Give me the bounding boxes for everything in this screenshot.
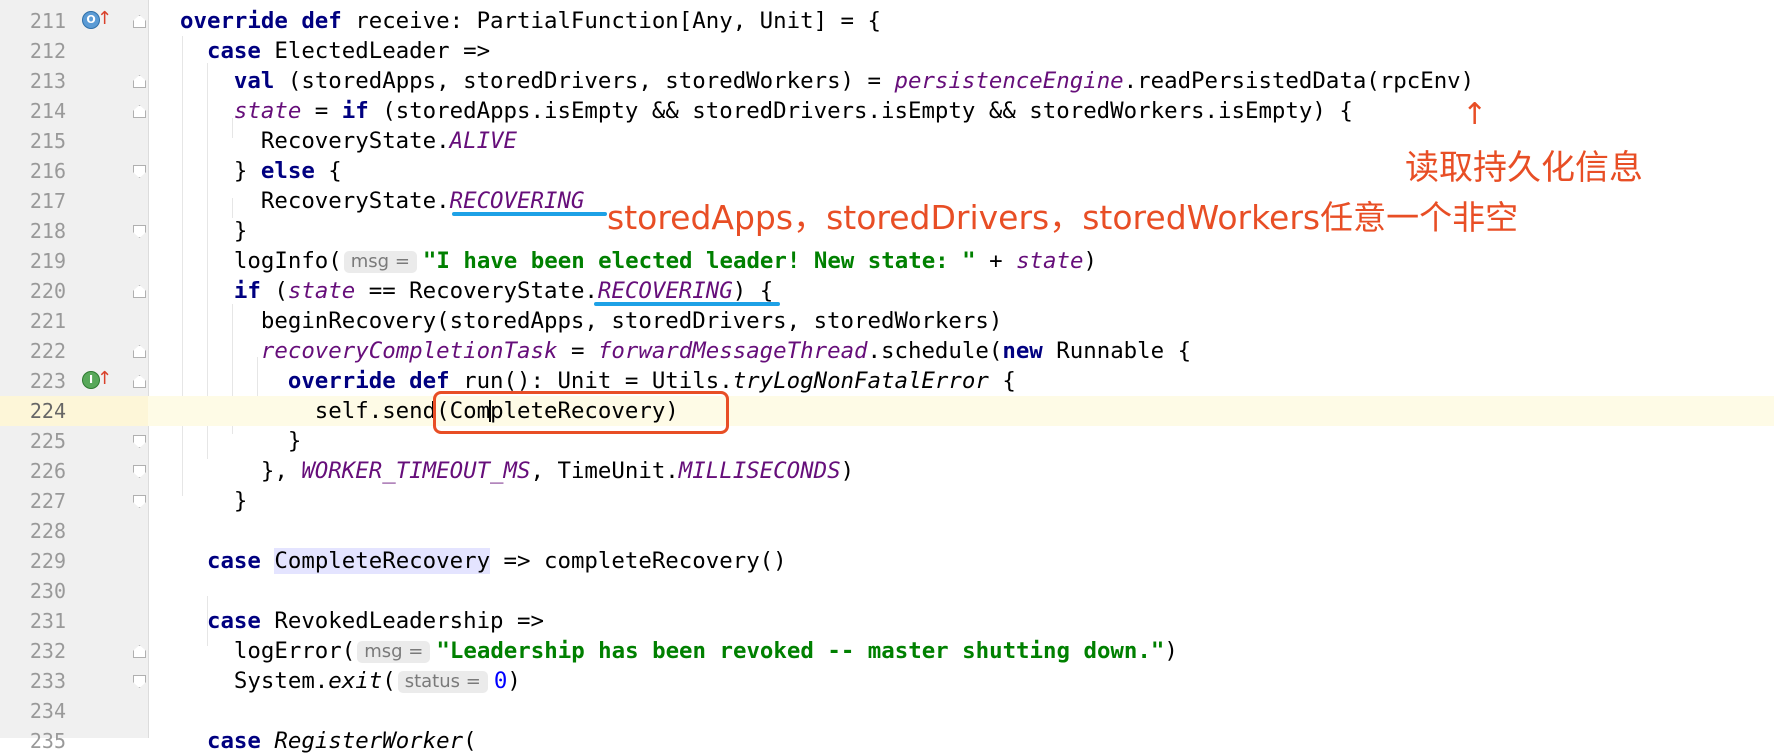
code-line[interactable]: 232 logError(msg = "Leadership has been r… bbox=[0, 636, 1774, 666]
any-nonempty-annotation: storedApps，storedDrivers，storedWorkers任意… bbox=[607, 198, 1519, 237]
code-line[interactable]: 213 val (storedApps, storedDrivers, stor… bbox=[0, 66, 1774, 96]
recovering-underline bbox=[452, 212, 607, 216]
recovering-underline bbox=[594, 302, 780, 306]
fold-marker-icon[interactable] bbox=[133, 165, 146, 178]
line-number: 233 bbox=[29, 669, 66, 693]
fold-marker-icon[interactable] bbox=[133, 75, 146, 88]
code-line[interactable]: 211 O ↑ override def receive: PartialFun… bbox=[0, 6, 1774, 36]
code-line[interactable]: 225 } bbox=[0, 426, 1774, 456]
line-number: 212 bbox=[29, 39, 66, 63]
line-number: 216 bbox=[29, 159, 66, 183]
code-line[interactable]: 226 }, WORKER_TIMEOUT_MS, TimeUnit.MILLI… bbox=[0, 456, 1774, 486]
line-number: 228 bbox=[29, 519, 66, 543]
line-number: 215 bbox=[29, 129, 66, 153]
fold-marker-icon[interactable] bbox=[133, 645, 146, 658]
code-line[interactable]: 230 bbox=[0, 576, 1774, 606]
code-line[interactable]: 228 bbox=[0, 516, 1774, 546]
line-number: 234 bbox=[29, 699, 66, 723]
line-number: 227 bbox=[29, 489, 66, 513]
fold-marker-icon[interactable] bbox=[133, 435, 146, 448]
code-line[interactable]: 231 case RevokedLeadership => bbox=[0, 606, 1774, 636]
fold-marker-icon[interactable] bbox=[133, 465, 146, 478]
fold-marker-icon[interactable] bbox=[133, 375, 146, 388]
line-number: 235 bbox=[29, 729, 66, 753]
line-number: 226 bbox=[29, 459, 66, 483]
code-line[interactable]: 233 System.exit(status = 0) bbox=[0, 666, 1774, 696]
go-to-super-arrow-icon[interactable]: ↑ bbox=[97, 9, 112, 29]
go-to-super-arrow-icon[interactable]: ↑ bbox=[97, 369, 112, 389]
line-number: 219 bbox=[29, 249, 66, 273]
line-number: 231 bbox=[29, 609, 66, 633]
code-line[interactable]: 229 case CompleteRecovery => completeRec… bbox=[0, 546, 1774, 576]
fold-marker-icon[interactable] bbox=[133, 495, 146, 508]
fold-marker-icon[interactable] bbox=[133, 105, 146, 118]
line-number: 217 bbox=[29, 189, 66, 213]
code-line[interactable]: 220 if (state == RecoveryState.RECOVERIN… bbox=[0, 276, 1774, 306]
line-number: 225 bbox=[29, 429, 66, 453]
line-number: 232 bbox=[29, 639, 66, 663]
line-number: 222 bbox=[29, 339, 66, 363]
arrow-annotation: ↑ bbox=[1462, 97, 1488, 132]
fold-marker-icon[interactable] bbox=[133, 225, 146, 238]
param-hint: status = bbox=[397, 671, 488, 693]
line-number: 220 bbox=[29, 279, 66, 303]
read-persisted-annotation: 读取持久化信息 bbox=[1405, 148, 1643, 188]
fold-marker-icon[interactable] bbox=[133, 285, 146, 298]
line-number: 221 bbox=[29, 309, 66, 333]
code-line[interactable]: 222 recoveryCompletionTask = forwardMess… bbox=[0, 336, 1774, 366]
line-number: 214 bbox=[29, 99, 66, 123]
code-line-current[interactable]: 224 self.send(CompleteRecovery) bbox=[0, 396, 1774, 426]
fold-marker-icon[interactable] bbox=[133, 345, 146, 358]
code-line[interactable]: 212 case ElectedLeader => bbox=[0, 36, 1774, 66]
code-line[interactable]: 223 I ↑ override def run(): Unit = Utils… bbox=[0, 366, 1774, 396]
code-line[interactable]: 219 logInfo(msg = "I have been elected le… bbox=[0, 246, 1774, 276]
complete-recovery-highlight-box bbox=[433, 391, 729, 434]
code-line[interactable]: 234 bbox=[0, 696, 1774, 726]
param-hint: msg = bbox=[357, 641, 431, 663]
line-number: 223 bbox=[29, 369, 66, 393]
code-line[interactable]: 227 } bbox=[0, 486, 1774, 516]
line-number: 224 bbox=[29, 399, 66, 423]
code-editor[interactable]: 211 O ↑ override def receive: PartialFun… bbox=[0, 0, 1774, 754]
line-number: 218 bbox=[29, 219, 66, 243]
fold-marker-icon[interactable] bbox=[133, 15, 146, 28]
param-hint: msg = bbox=[343, 251, 417, 273]
code-line[interactable]: 235 case RegisterWorker( bbox=[0, 726, 1774, 756]
line-number: 213 bbox=[29, 69, 66, 93]
line-number: 229 bbox=[29, 549, 66, 573]
code-line[interactable]: 221 beginRecovery(storedApps, storedDriv… bbox=[0, 306, 1774, 336]
code-line[interactable]: 214 state = if (storedApps.isEmpty && st… bbox=[0, 96, 1774, 126]
fold-marker-icon[interactable] bbox=[133, 675, 146, 688]
line-number: 211 bbox=[29, 9, 66, 33]
line-number: 230 bbox=[29, 579, 66, 603]
